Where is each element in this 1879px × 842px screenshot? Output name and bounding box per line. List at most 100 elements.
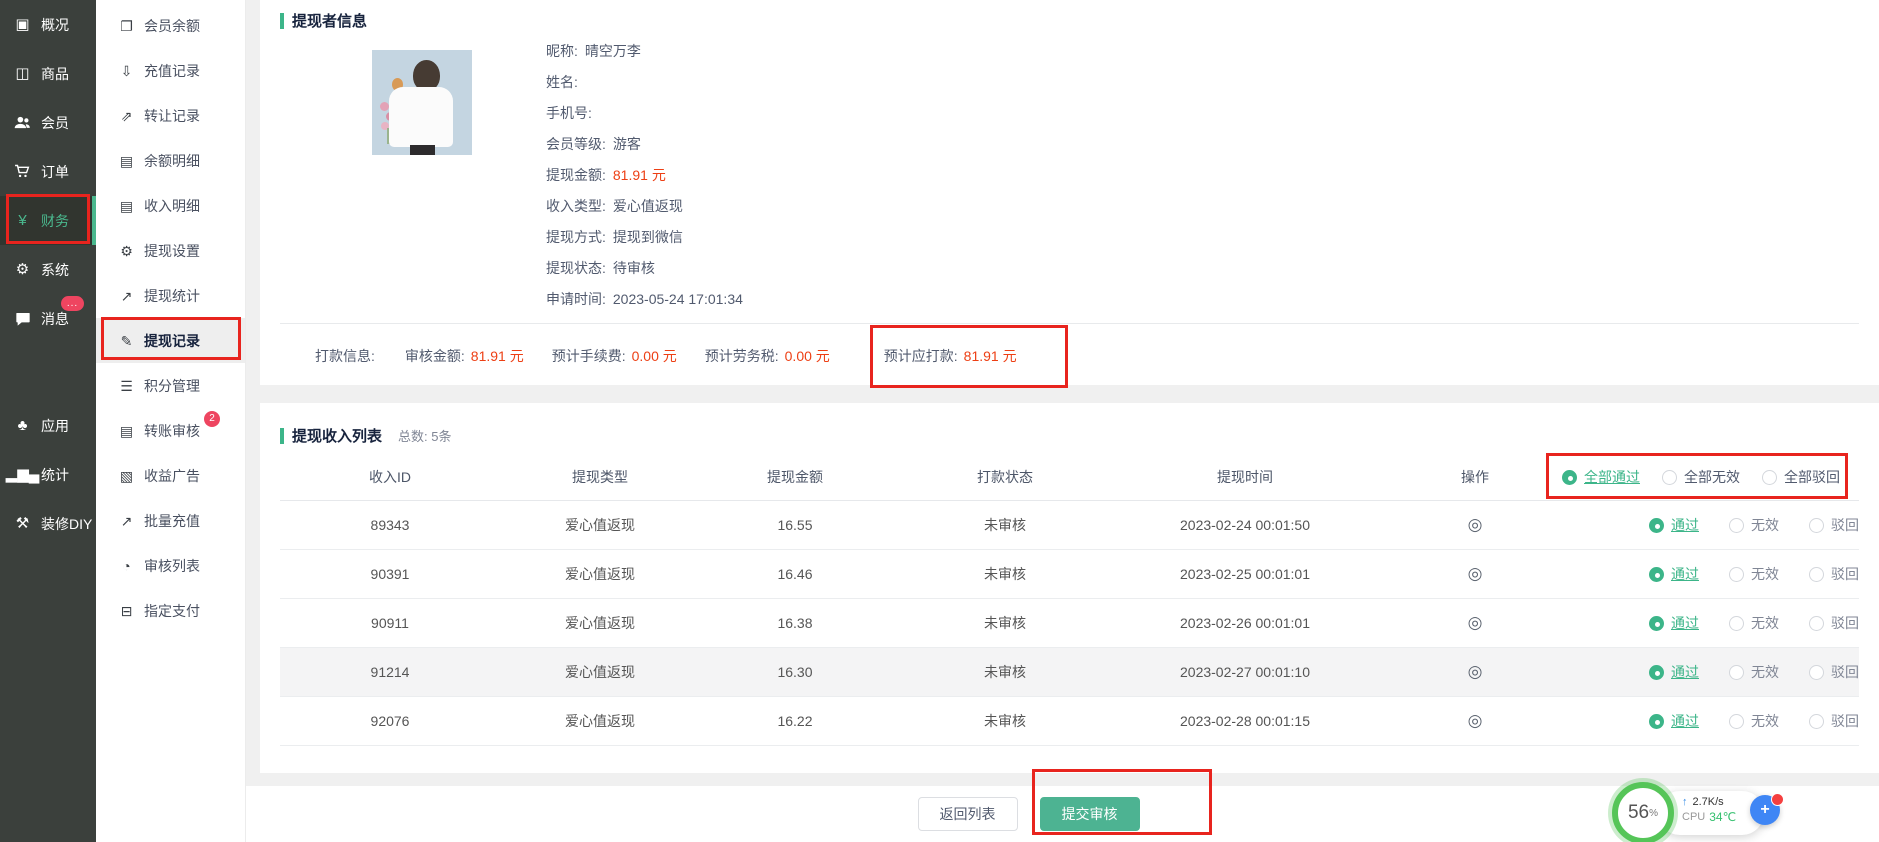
row-radio-option[interactable]: 驳回	[1809, 613, 1859, 633]
menu-item-withdraw-settings[interactable]: ⚙提现设置	[96, 228, 245, 273]
bulk-radio-option[interactable]: 全部驳回	[1762, 467, 1840, 487]
field-value: 晴空万李	[585, 41, 641, 61]
view-detail-eye-icon[interactable]: ◎	[1468, 515, 1483, 534]
menu-item-withdraw-stats[interactable]: ↗提现统计	[96, 273, 245, 318]
cell-pay-status: 未审核	[890, 515, 1120, 535]
sidebar-item-finance[interactable]: ¥财务	[0, 196, 96, 245]
row-radio-option[interactable]: 驳回	[1809, 711, 1859, 731]
sidebar-item-system[interactable]: ⚙系统	[0, 245, 96, 294]
menu-item-designated-pay[interactable]: ⊟指定支付	[96, 588, 245, 633]
radio-icon	[1809, 714, 1824, 729]
avatar-pants	[410, 145, 435, 155]
row-radio-option[interactable]: 无效	[1729, 564, 1779, 584]
info-field: 提现状态:待审核	[546, 252, 743, 283]
menu-item-batch-recharge[interactable]: ↗批量充值	[96, 498, 245, 543]
sidebar-item-overview[interactable]: ▣概况	[0, 0, 96, 49]
submit-audit-button[interactable]: 提交审核	[1040, 797, 1140, 831]
cell-income-id: 92076	[280, 713, 500, 729]
view-detail-eye-icon[interactable]: ◎	[1468, 662, 1483, 681]
upload-arrow-icon: ↑	[1682, 796, 1688, 808]
menu-item-recharge-records[interactable]: ⇩充值记录	[96, 48, 245, 93]
divider	[280, 323, 1859, 324]
system-monitor-widget: ↑ 2.7K/s CPU 34℃ 56 % +	[1612, 782, 1792, 842]
radio-icon	[1729, 714, 1744, 729]
cell-amount: 16.30	[700, 664, 890, 680]
row-radio-option[interactable]: 无效	[1729, 711, 1779, 731]
chat-icon	[13, 311, 32, 327]
bulk-radio-option[interactable]: 全部无效	[1662, 467, 1740, 487]
sidebar-item-diy[interactable]: ⚒装修DIY	[0, 499, 96, 548]
menu-item-label: 审核列表	[144, 556, 200, 576]
cell-row-radios: 通过 无效 驳回	[1580, 662, 1859, 682]
back-to-list-button[interactable]: 返回列表	[918, 797, 1018, 831]
radio-icon	[1809, 616, 1824, 631]
menu-item-transfer-records[interactable]: ⇗转让记录	[96, 93, 245, 138]
stack-icon: ☰	[118, 379, 135, 393]
avatar	[372, 50, 472, 155]
table-row: 89343爱心值返现16.55未审核2023-02-24 00:01:50◎通过…	[280, 501, 1859, 550]
sidebar-item-orders[interactable]: 订单	[0, 147, 96, 196]
gear-icon: ⚙	[118, 244, 135, 258]
menu-item-withdraw-records[interactable]: ✎提现记录	[96, 318, 245, 363]
row-radio-option[interactable]: 通过	[1649, 613, 1699, 633]
row-radio-option[interactable]: 无效	[1729, 662, 1779, 682]
menu-item-label: 提现记录	[144, 331, 200, 351]
row-radio-option[interactable]: 通过	[1649, 662, 1699, 682]
menu-item-label: 转让记录	[144, 106, 200, 126]
radio-label: 无效	[1751, 613, 1779, 633]
notification-dot	[1771, 793, 1784, 806]
apps-icon: ♣	[13, 418, 32, 433]
sidebar-item-messages[interactable]: 消息...	[0, 294, 96, 343]
memory-percent-circle[interactable]: 56 %	[1612, 782, 1674, 842]
radio-label: 通过	[1671, 564, 1699, 584]
radio-label: 全部通过	[1584, 467, 1640, 487]
payment-item-label: 预计手续费:	[552, 346, 626, 366]
info-field: 提现金额:81.91 元	[546, 159, 743, 190]
sidebar-item-label: 应用	[41, 416, 69, 436]
payment-item-value: 81.91 元	[964, 346, 1017, 366]
menu-item-transfer-audit[interactable]: ▤转账审核2	[96, 408, 245, 453]
cell-row-radios: 通过 无效 驳回	[1580, 711, 1859, 731]
view-detail-eye-icon[interactable]: ◎	[1468, 613, 1483, 632]
radio-label: 驳回	[1831, 711, 1859, 731]
row-radio-option[interactable]: 驳回	[1809, 515, 1859, 535]
percent-value: 56	[1628, 802, 1649, 824]
payment-item-value: 81.91 元	[471, 346, 524, 366]
sidebar-item-apps[interactable]: ♣ 应用	[0, 401, 96, 450]
row-radio-option[interactable]: 无效	[1729, 515, 1779, 535]
row-radio-option[interactable]: 驳回	[1809, 662, 1859, 682]
row-radio-option[interactable]: 无效	[1729, 613, 1779, 633]
menu-item-label: 提现统计	[144, 286, 200, 306]
cell-row-radios: 通过 无效 驳回	[1580, 515, 1859, 535]
menu-item-member-balance[interactable]: ❐会员余额	[96, 3, 245, 48]
menu-item-audit-list[interactable]: ◔审核列表	[96, 543, 245, 588]
section-accent-bar	[280, 13, 284, 29]
row-radio-option[interactable]: 通过	[1649, 711, 1699, 731]
row-radio-option[interactable]: 通过	[1649, 515, 1699, 535]
view-detail-eye-icon[interactable]: ◎	[1468, 711, 1483, 730]
sidebar-item-label: 财务	[41, 211, 69, 231]
view-detail-eye-icon[interactable]: ◎	[1468, 564, 1483, 583]
cell-action: ◎	[1370, 711, 1580, 731]
cell-amount: 16.55	[700, 517, 890, 533]
bulk-radio-option[interactable]: 全部通过	[1562, 467, 1640, 487]
menu-item-balance-detail[interactable]: ▤ 余额明细	[96, 138, 245, 183]
cart-icon	[13, 163, 32, 180]
field-label: 提现方式:	[546, 227, 606, 247]
sidebar-item-goods[interactable]: ◫商品	[0, 49, 96, 98]
sidebar-item-stats[interactable]: ▂▆▄统计	[0, 450, 96, 499]
cell-withdraw-type: 爱心值返现	[500, 711, 700, 731]
payment-item-label: 审核金额:	[405, 346, 465, 366]
radio-label: 全部驳回	[1784, 467, 1840, 487]
document-icon: ▤	[118, 154, 135, 168]
menu-item-points-management[interactable]: ☰积分管理	[96, 363, 245, 408]
menu-item-label: 余额明细	[144, 151, 200, 171]
field-label: 收入类型:	[546, 196, 606, 216]
row-radio-option[interactable]: 通过	[1649, 564, 1699, 584]
menu-item-income-detail[interactable]: ▤收入明细	[96, 183, 245, 228]
income-table: 收入ID提现类型提现金额打款状态提现时间操作全部通过全部无效全部驳回 89343…	[280, 454, 1859, 746]
left-sidebar: ▣概况◫商品会员订单¥财务⚙系统消息... ♣ 应用 ▂▆▄统计⚒装修DIY	[0, 0, 96, 842]
menu-item-ad-revenue[interactable]: ▧收益广告	[96, 453, 245, 498]
row-radio-option[interactable]: 驳回	[1809, 564, 1859, 584]
sidebar-item-members[interactable]: 会员	[0, 98, 96, 147]
